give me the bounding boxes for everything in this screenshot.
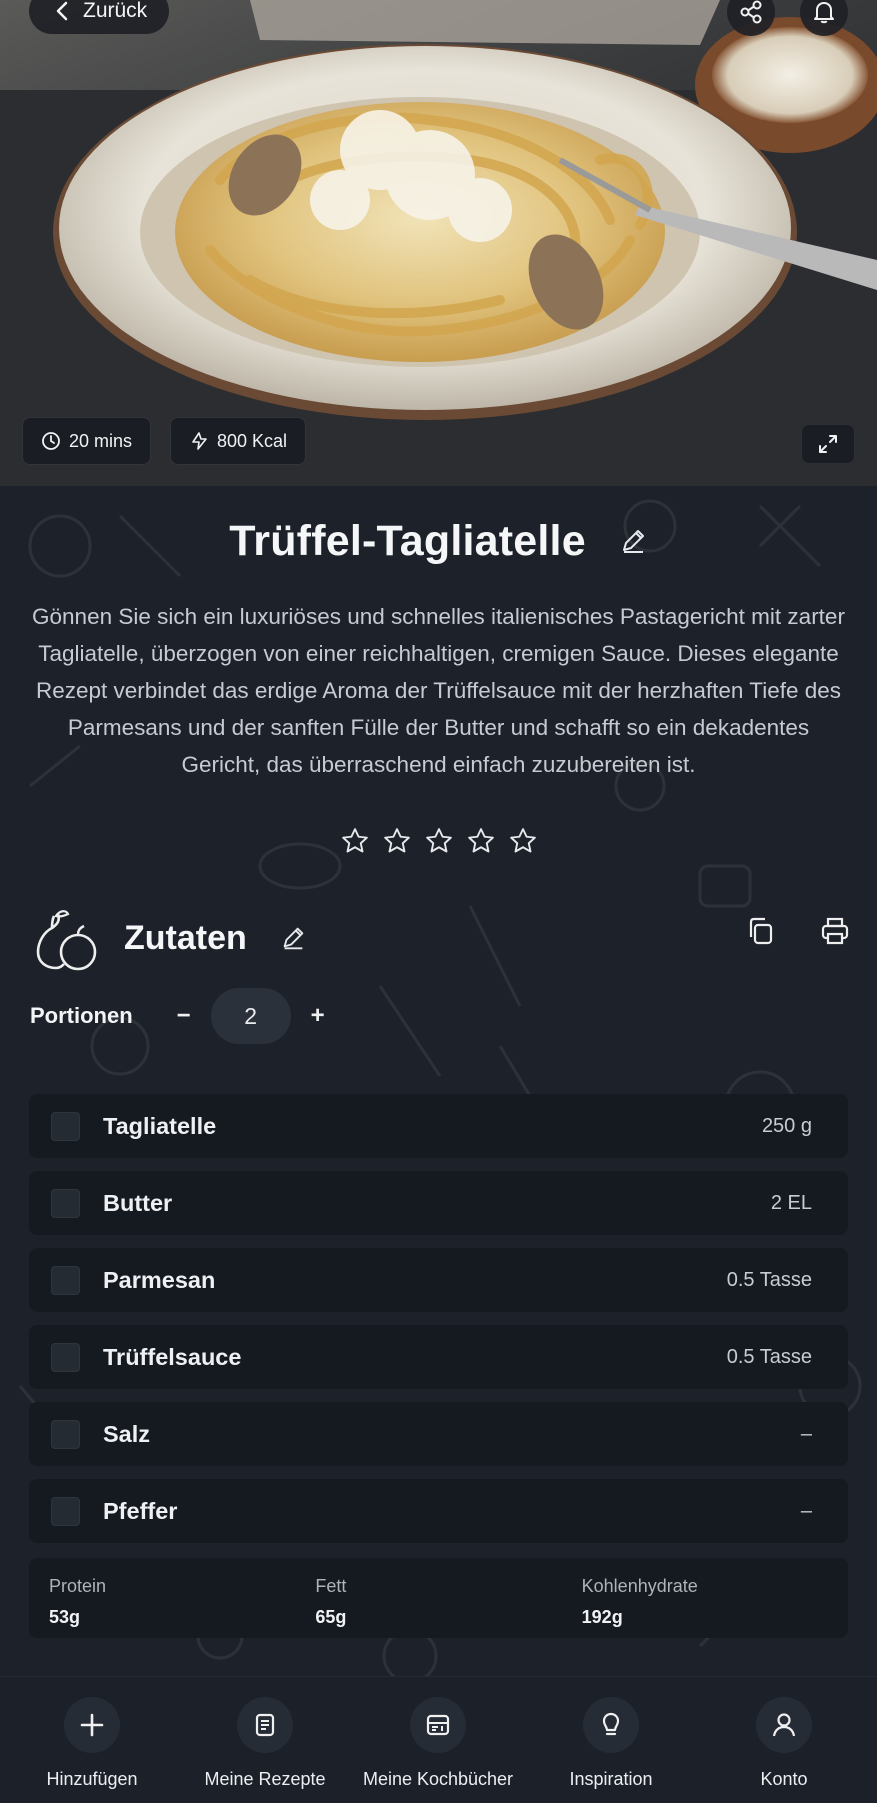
ingredients-title: Zutaten (124, 918, 247, 957)
plus-icon (80, 1713, 104, 1737)
star-icon[interactable] (424, 826, 454, 856)
nutrition-label: Kohlenhydrate (581, 1576, 698, 1596)
pasta-photo (0, 0, 877, 486)
nutrition-value: 53g (49, 1607, 81, 1627)
ingredients-header: Zutaten (30, 902, 850, 974)
back-label: Zurück (83, 0, 148, 22)
nav-icon-circle (237, 1697, 293, 1753)
star-icon[interactable] (466, 826, 496, 856)
expand-icon (819, 435, 837, 453)
edit-ingredients-icon[interactable] (279, 924, 307, 952)
ingredient-checkbox[interactable] (51, 1342, 80, 1372)
portions-label: Portionen (30, 1003, 133, 1028)
user-icon (772, 1713, 796, 1737)
nutrition-fat: Fett 65g (315, 1576, 581, 1638)
expand-image-button[interactable] (801, 424, 855, 464)
nav-label: Hinzufügen (46, 1769, 138, 1789)
print-icon[interactable] (820, 916, 850, 946)
increase-portions-button[interactable]: + (303, 1002, 333, 1030)
flame-icon (192, 432, 207, 450)
ingredient-checkbox[interactable] (51, 1496, 80, 1526)
share-icon (740, 0, 762, 24)
ingredient-row[interactable]: Pfeffer – (29, 1479, 848, 1543)
cooking-time: 20 mins (69, 430, 133, 451)
nutrition-carbs: Kohlenhydrate 192g (582, 1576, 848, 1638)
nutrition-value: 192g (581, 1607, 623, 1627)
ingredient-row[interactable]: Parmesan 0.5 Tasse (29, 1248, 848, 1312)
star-icon[interactable] (382, 826, 412, 856)
ingredient-name: Parmesan (103, 1266, 216, 1293)
rating-stars[interactable] (0, 826, 877, 856)
cooking-time-badge: 20 mins (22, 417, 152, 465)
ingredient-row[interactable]: Butter 2 EL (29, 1171, 848, 1235)
ingredient-amount: – (800, 1422, 812, 1445)
copy-icon[interactable] (746, 916, 776, 946)
ingredient-amount: 0.5 Tasse (726, 1268, 812, 1291)
nav-add[interactable]: Hinzufügen (5, 1697, 179, 1790)
ingredient-amount: 250 g (761, 1114, 812, 1137)
ingredients-list: Tagliatelle 250 g Butter 2 EL Parmesan 0… (29, 1094, 848, 1556)
recipe-icon (255, 1713, 275, 1737)
cookbook-icon (426, 1714, 450, 1736)
nutrition-protein: Protein 53g (49, 1576, 315, 1638)
decrease-portions-button[interactable]: − (169, 1002, 199, 1030)
ingredient-amount: 2 EL (770, 1191, 812, 1214)
recipe-hero-image: Zurück 20 mins 800 Kcal (0, 0, 877, 486)
chevron-left-icon (56, 1, 68, 21)
nav-my-recipes[interactable]: Meine Rezepte (178, 1697, 352, 1790)
ingredient-name: Tagliatelle (103, 1112, 217, 1139)
nav-inspiration[interactable]: Inspiration (524, 1697, 698, 1790)
nav-label: Konto (760, 1769, 808, 1789)
ingredient-name: Pfeffer (103, 1497, 178, 1524)
ingredient-name: Trüffelsauce (103, 1343, 242, 1370)
pear-apple-icon (36, 910, 97, 971)
ingredient-checkbox[interactable] (51, 1111, 80, 1141)
nav-account[interactable]: Konto (697, 1697, 871, 1790)
bell-icon (814, 2, 834, 24)
calories-badge: 800 Kcal (170, 417, 307, 465)
ingredient-checkbox[interactable] (51, 1188, 80, 1218)
ingredient-name: Salz (103, 1420, 151, 1447)
ingredient-row[interactable]: Salz – (29, 1402, 848, 1466)
star-icon[interactable] (508, 826, 538, 856)
recipe-content: Trüffel-Tagliatelle Gönnen Sie sich ein … (0, 486, 877, 1676)
lightbulb-icon (602, 1712, 620, 1736)
nutrition-label: Protein (49, 1576, 107, 1596)
ingredient-name: Butter (103, 1189, 173, 1216)
nutrition-label: Fett (315, 1576, 347, 1596)
ingredient-amount: 0.5 Tasse (726, 1345, 812, 1368)
nav-label: Meine Kochbücher (362, 1769, 514, 1789)
nav-icon-circle (583, 1697, 639, 1753)
ingredient-checkbox[interactable] (51, 1419, 80, 1449)
nutrition-panel: Protein 53g Fett 65g Kohlenhydrate 192g (29, 1558, 848, 1638)
ingredient-row[interactable]: Tagliatelle 250 g (29, 1094, 848, 1158)
portions-row: Portionen − 2 + (30, 986, 333, 1046)
clock-icon (42, 432, 60, 450)
ingredient-amount: – (800, 1499, 812, 1522)
nav-icon-circle (64, 1697, 120, 1753)
recipe-title: Trüffel-Tagliatelle (229, 516, 586, 565)
nav-icon-circle (756, 1697, 812, 1753)
ingredient-checkbox[interactable] (51, 1265, 80, 1295)
ingredient-row[interactable]: Trüffelsauce 0.5 Tasse (29, 1325, 848, 1389)
nutrition-value: 65g (315, 1607, 347, 1627)
recipe-description: Gönnen Sie sich ein luxuriöses und schne… (32, 604, 845, 777)
back-button[interactable]: Zurück (29, 0, 170, 34)
nav-label: Meine Rezepte (204, 1769, 326, 1789)
portions-value[interactable]: 2 (210, 988, 291, 1044)
star-icon[interactable] (340, 826, 370, 856)
nav-my-cookbooks[interactable]: Meine Kochbücher (351, 1697, 525, 1790)
edit-title-icon[interactable] (618, 526, 648, 556)
title-row: Trüffel-Tagliatelle (0, 506, 877, 576)
nav-icon-circle (410, 1697, 466, 1753)
nav-label: Inspiration (569, 1769, 653, 1789)
portions-stepper: − 2 + (169, 988, 333, 1044)
bottom-navigation: Hinzufügen Meine Rezepte Meine Kochbüche… (0, 1676, 877, 1803)
calories: 800 Kcal (217, 430, 288, 451)
